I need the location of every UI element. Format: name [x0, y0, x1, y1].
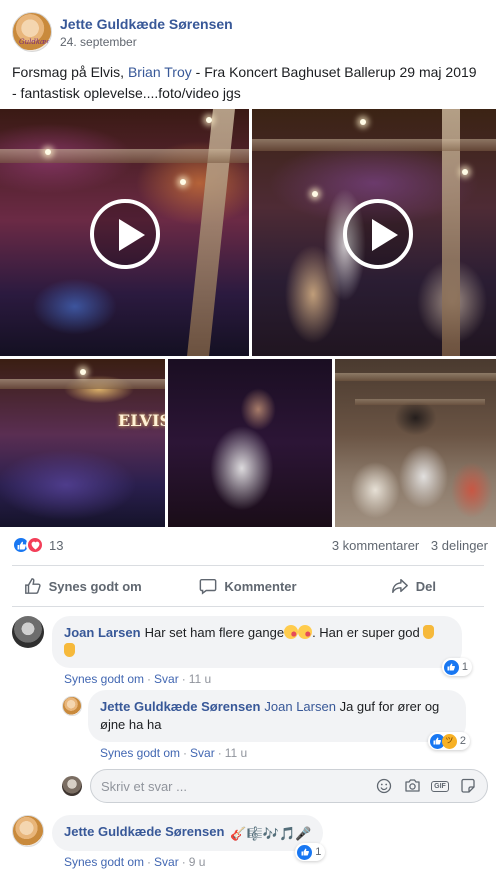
avatar[interactable] — [12, 815, 44, 847]
post-author[interactable]: Jette Guldkæde Sørensen — [60, 16, 233, 32]
elvis-sign: ELVIS — [118, 411, 165, 430]
comment-bubble: Joan Larsen Har set ham flere gange . Han … — [52, 616, 472, 676]
comment-author[interactable]: Jette Guldkæde Sørensen — [64, 824, 224, 839]
emoji-icon[interactable] — [375, 777, 393, 795]
comment-text: Har set ham flere gange — [144, 625, 285, 640]
comment-joan: Joan Larsen Har set ham flere gange . Han … — [12, 616, 472, 686]
thumbs-up-emoji-icon — [423, 625, 435, 639]
comment-author[interactable]: Joan Larsen — [64, 625, 141, 640]
reaction-count: 1 — [461, 661, 468, 673]
comment-time[interactable]: 11 u — [189, 672, 211, 686]
video-tile-1[interactable] — [0, 109, 249, 356]
reply-input[interactable] — [101, 778, 365, 794]
comment-bubble: Jette Guldkæde Sørensen Joan Larsen Ja gu… — [88, 690, 470, 750]
comment-reply-link[interactable]: Svar — [154, 855, 179, 869]
post-text: Forsmag på Elvis, Brian Troy - Fra Konce… — [12, 62, 482, 104]
comment-meta: Synes godt om · Svar · 9 u — [64, 855, 206, 869]
comment-meta: Synes godt om · Svar · 11 u — [64, 672, 212, 686]
video-tile-2[interactable] — [252, 109, 496, 356]
gif-label: GIF — [431, 780, 449, 792]
like-reaction-icon — [297, 844, 313, 860]
author-avatar[interactable]: Guldkæde — [12, 12, 52, 52]
camera-icon[interactable] — [403, 777, 421, 795]
shares-count[interactable]: 3 delinger — [431, 538, 488, 553]
tagged-user[interactable]: Joan Larsen — [264, 699, 336, 714]
like-button[interactable]: Synes godt om — [0, 566, 165, 606]
comment-button-label: Kommenter — [224, 578, 297, 594]
comment-text-after: . Han er super god — [312, 625, 420, 640]
comment-reaction-badge[interactable]: ツ 2 — [427, 732, 470, 750]
comment-like-link[interactable]: Synes godt om — [64, 855, 144, 869]
share-icon — [391, 578, 408, 594]
play-icon[interactable] — [343, 199, 413, 269]
comment-reply-link[interactable]: Svar — [190, 746, 215, 760]
photo-tile-stage[interactable]: ELVIS — [0, 359, 165, 527]
photo-tile-fans[interactable] — [335, 359, 496, 527]
haha-reaction-icon: ツ — [441, 733, 457, 749]
action-bar: Synes godt om Kommenter Del — [0, 566, 496, 606]
like-reaction-icon — [443, 659, 459, 675]
reaction-summary[interactable]: 13 — [12, 536, 63, 554]
sticker-icon[interactable] — [459, 777, 477, 795]
kiss-emoji-icon — [298, 625, 313, 639]
reply-jette: Jette Guldkæde Sørensen Joan Larsen Ja gu… — [62, 690, 470, 760]
reaction-count: 1 — [315, 846, 322, 858]
post-stats: 3 kommentarer 3 delinger — [332, 538, 488, 553]
avatar[interactable] — [12, 616, 44, 648]
thumbs-up-icon — [24, 578, 41, 594]
music-emoji-icons: 🎸🎼🎶🎵🎤 — [230, 826, 312, 841]
comment-like-link[interactable]: Synes godt om — [100, 746, 180, 760]
comments-count[interactable]: 3 kommentarer — [332, 538, 419, 553]
comment-bubble: Jette Guldkæde Sørensen 🎸🎼🎶🎵🎤 1 — [52, 815, 326, 861]
divider-bottom — [12, 606, 484, 607]
comment-jette: Jette Guldkæde Sørensen 🎸🎼🎶🎵🎤 1 Synes god… — [12, 815, 326, 869]
share-button[interactable]: Del — [331, 566, 496, 606]
reaction-count: 13 — [49, 537, 64, 553]
kiss-emoji-icon — [284, 625, 299, 639]
header-text: Jette Guldkæde Sørensen 24. september — [60, 16, 233, 49]
play-icon[interactable] — [90, 199, 160, 269]
share-button-label: Del — [415, 578, 436, 594]
reply-input-container[interactable]: GIF — [90, 769, 488, 803]
reaction-count: 2 — [459, 735, 466, 747]
avatar — [62, 776, 82, 796]
mention-link[interactable]: Brian Troy — [128, 64, 192, 80]
comment-meta: Synes godt om · Svar · 11 u — [100, 746, 248, 760]
comment-reply-link[interactable]: Svar — [154, 672, 179, 686]
media-grid: ELVIS — [0, 109, 496, 527]
facebook-post: Guldkæde Jette Guldkæde Sørensen 24. sep… — [0, 0, 496, 870]
reply-composer: GIF — [62, 769, 488, 803]
love-reaction-icon — [26, 536, 44, 554]
comment-author[interactable]: Jette Guldkæde Sørensen — [100, 699, 260, 714]
thumbs-up-emoji-icon — [64, 643, 75, 657]
comment-button[interactable]: Kommenter — [165, 566, 330, 606]
comment-like-link[interactable]: Synes godt om — [64, 672, 144, 686]
like-button-label: Synes godt om — [48, 578, 142, 594]
photo-tile-singer[interactable] — [168, 359, 332, 527]
post-header: Guldkæde Jette Guldkæde Sørensen 24. sep… — [12, 11, 233, 53]
avatar[interactable] — [62, 696, 82, 716]
gif-icon[interactable]: GIF — [431, 777, 449, 795]
post-date[interactable]: 24. september — [60, 35, 233, 49]
comment-icon — [199, 578, 217, 595]
comment-time[interactable]: 9 u — [189, 855, 206, 869]
post-text-before: Forsmag på Elvis, — [12, 64, 128, 80]
comment-time[interactable]: 11 u — [225, 746, 247, 760]
avatar-caption: Guldkæde — [19, 38, 52, 46]
comment-reaction-badge[interactable]: 1 — [441, 658, 472, 676]
comment-reaction-badge[interactable]: 1 — [295, 843, 326, 861]
